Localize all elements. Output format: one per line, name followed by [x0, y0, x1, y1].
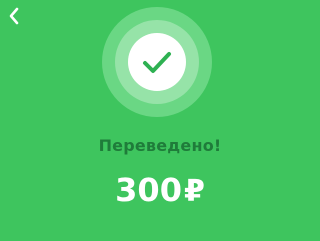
- chevron-left-icon: [9, 7, 19, 25]
- back-button[interactable]: [3, 4, 25, 28]
- currency-symbol: ₽: [183, 174, 205, 209]
- badge-inner-circle: [128, 33, 186, 91]
- success-badge: [101, 6, 213, 118]
- amount-value: 300: [115, 171, 182, 209]
- transfer-amount: 300₽: [0, 170, 320, 212]
- transfer-status-text: Переведено!: [98, 136, 222, 155]
